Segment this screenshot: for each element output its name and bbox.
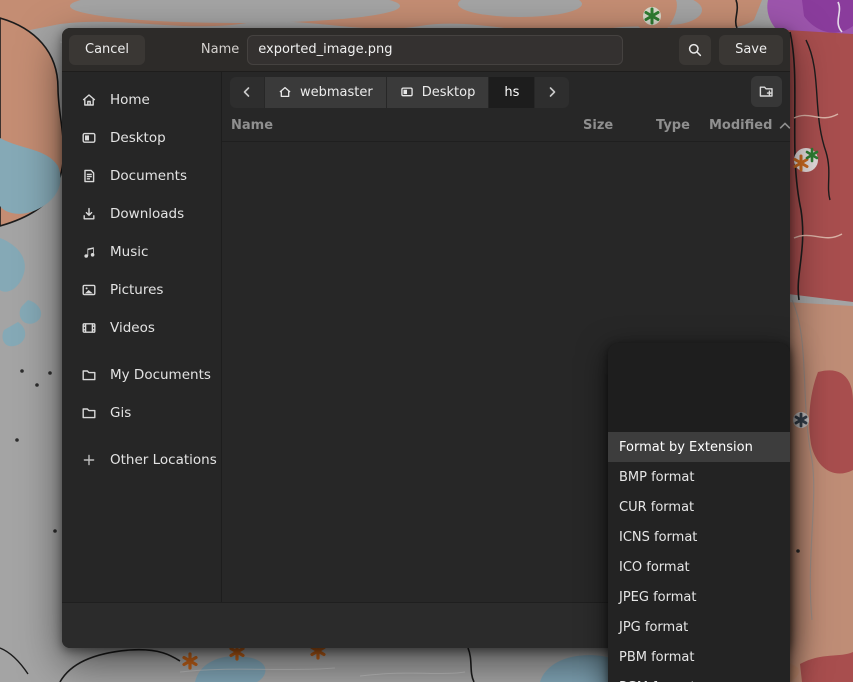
sidebar-item-label: Videos — [110, 320, 155, 336]
sidebar-item-music[interactable]: Music — [62, 233, 221, 271]
breadcrumb-webmaster[interactable]: webmaster — [265, 77, 387, 108]
marker-cluster-right — [794, 148, 818, 172]
music-icon — [81, 244, 97, 260]
sidebar-item-label: Downloads — [110, 206, 184, 222]
dialog-headerbar: Cancel Name Save — [62, 28, 790, 72]
sidebar-item-videos[interactable]: Videos — [62, 309, 221, 347]
home-icon — [81, 92, 97, 108]
list-column-headers: Name Size Type Modified — [222, 112, 790, 142]
sidebar-item-documents[interactable]: Documents — [62, 157, 221, 195]
menu-item-bmp-format[interactable]: BMP format — [608, 462, 790, 492]
plus-icon — [81, 452, 97, 468]
sidebar-item-downloads[interactable]: Downloads — [62, 195, 221, 233]
folder-icon — [81, 367, 97, 383]
marker-green-top — [643, 7, 661, 25]
pictures-icon — [81, 282, 97, 298]
sidebar-item-label: Music — [110, 244, 148, 260]
format-menu-list: Format by Extension BMP format CUR forma… — [608, 432, 790, 682]
sidebar-item-label: Pictures — [110, 282, 163, 298]
format-menu-empty-area — [608, 343, 790, 432]
breadcrumb-label: webmaster — [300, 85, 373, 100]
format-menu: Format by Extension BMP format CUR forma… — [608, 343, 790, 682]
sidebar-item-label: Gis — [110, 405, 131, 421]
menu-item-jpg-format[interactable]: JPG format — [608, 612, 790, 642]
menu-item-icns-format[interactable]: ICNS format — [608, 522, 790, 552]
sidebar-item-label: My Documents — [110, 367, 211, 383]
new-folder-icon — [758, 83, 775, 100]
pathbar-row: webmaster Desktop hs — [222, 72, 790, 112]
desktop-icon — [81, 130, 97, 146]
column-header-modified[interactable]: Modified — [709, 118, 791, 133]
breadcrumb-desktop[interactable]: Desktop — [387, 77, 490, 108]
breadcrumb-label: Desktop — [422, 85, 476, 100]
sidebar-item-other-locations[interactable]: Other Locations — [62, 441, 221, 479]
menu-item-ico-format[interactable]: ICO format — [608, 552, 790, 582]
sidebar-item-gis[interactable]: Gis — [62, 394, 221, 432]
chevron-left-icon — [241, 86, 253, 98]
videos-icon — [81, 320, 97, 336]
save-button[interactable]: Save — [719, 35, 783, 65]
path-forward-button[interactable] — [535, 77, 569, 108]
sidebar-item-label: Desktop — [110, 130, 166, 146]
new-folder-button[interactable] — [751, 76, 782, 107]
menu-item-pgm-format[interactable]: PGM format — [608, 672, 790, 682]
menu-item-format-by-extension[interactable]: Format by Extension — [608, 432, 790, 462]
breadcrumb-hs[interactable]: hs — [489, 77, 535, 108]
places-sidebar: Home Desktop Documents Downloads — [62, 72, 222, 602]
filename-input[interactable] — [247, 35, 623, 65]
marker-dark-right — [793, 412, 809, 428]
path-back-button[interactable] — [230, 77, 265, 108]
sidebar-separator — [62, 432, 221, 441]
sidebar-item-home[interactable]: Home — [62, 81, 221, 119]
folder-icon — [81, 405, 97, 421]
menu-item-pbm-format[interactable]: PBM format — [608, 642, 790, 672]
home-icon — [278, 85, 292, 99]
name-label: Name — [201, 42, 239, 57]
column-header-label: Modified — [709, 118, 772, 133]
downloads-icon — [81, 206, 97, 222]
sidebar-item-desktop[interactable]: Desktop — [62, 119, 221, 157]
chevron-right-icon — [546, 86, 558, 98]
sidebar-separator — [62, 347, 221, 356]
sidebar-item-my-documents[interactable]: My Documents — [62, 356, 221, 394]
sidebar-item-label: Home — [110, 92, 150, 108]
screen: { "dialog": { "cancel_label": "Cancel", … — [0, 0, 853, 682]
search-icon — [687, 42, 703, 58]
search-button[interactable] — [679, 35, 711, 65]
column-header-name[interactable]: Name — [231, 118, 273, 133]
column-header-size[interactable]: Size — [583, 118, 613, 133]
column-header-type[interactable]: Type — [656, 118, 690, 133]
sidebar-item-label: Other Locations — [110, 452, 217, 468]
menu-item-jpeg-format[interactable]: JPEG format — [608, 582, 790, 612]
documents-icon — [81, 168, 97, 184]
cancel-button[interactable]: Cancel — [69, 35, 145, 65]
breadcrumb-label: hs — [504, 85, 519, 100]
desktop-icon — [400, 85, 414, 99]
menu-item-cur-format[interactable]: CUR format — [608, 492, 790, 522]
pathbar: webmaster Desktop hs — [230, 77, 569, 108]
sidebar-item-label: Documents — [110, 168, 187, 184]
sidebar-item-pictures[interactable]: Pictures — [62, 271, 221, 309]
sort-ascending-icon — [779, 121, 791, 130]
